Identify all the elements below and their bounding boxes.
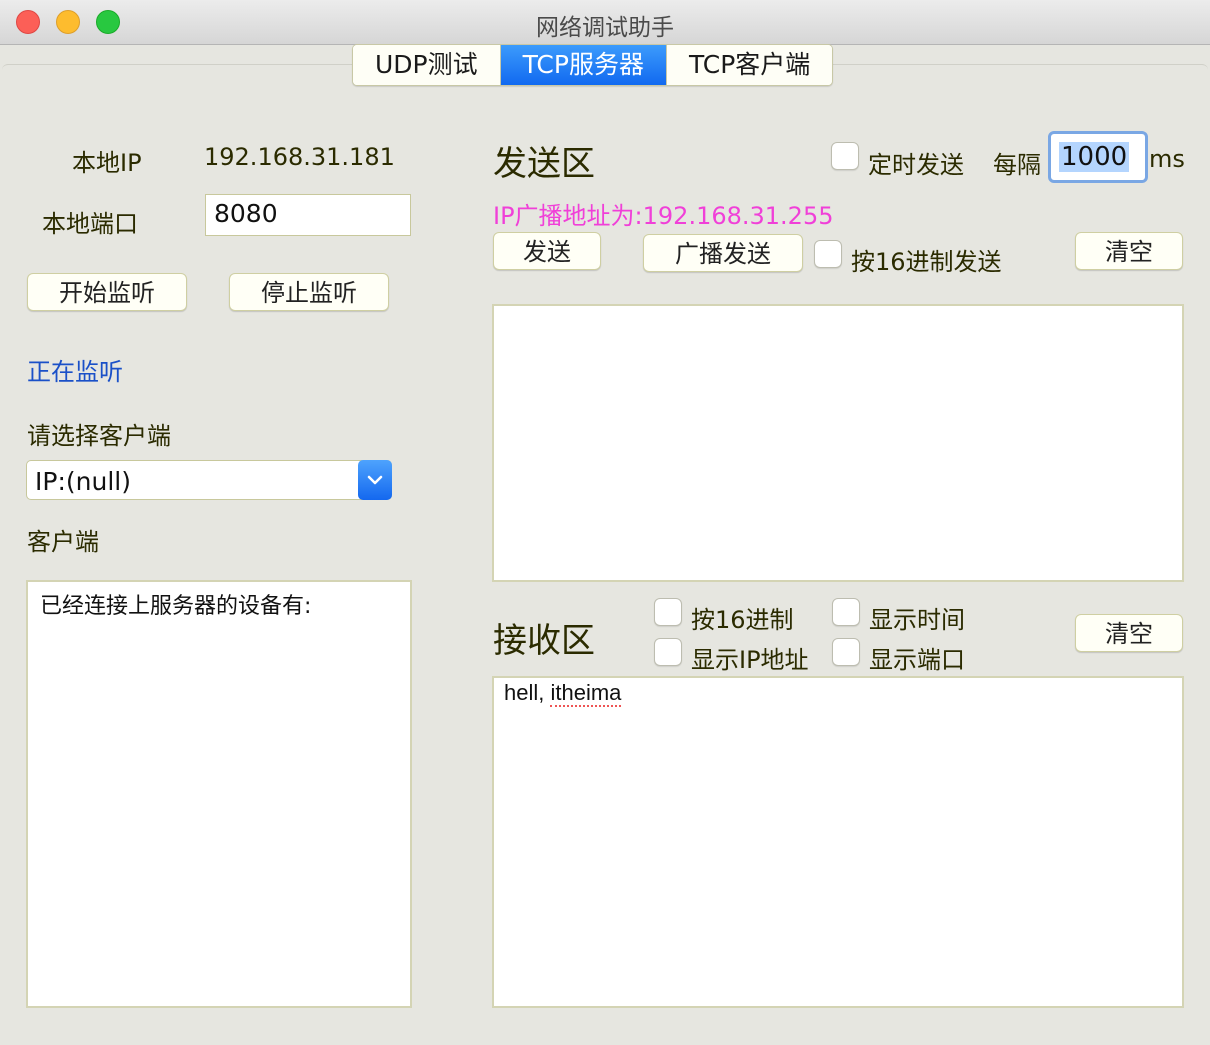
local-ip-value: 192.168.31.181 bbox=[204, 143, 395, 171]
client-list-text: 已经连接上服务器的设备有: bbox=[40, 588, 311, 620]
local-port-label: 本地端口 bbox=[42, 204, 138, 239]
tab-tcp-client[interactable]: TCP客户端 bbox=[666, 45, 832, 85]
broadcast-address-info: IP广播地址为:192.168.31.255 bbox=[493, 196, 834, 231]
receive-area-title: 接收区 bbox=[493, 613, 595, 662]
tab-bar: UDP测试 TCP服务器 TCP客户端 bbox=[352, 44, 833, 86]
receive-text-area[interactable]: hell, itheima bbox=[492, 676, 1184, 1008]
start-listen-button[interactable]: 开始监听 bbox=[27, 273, 187, 311]
send-clear-button[interactable]: 清空 bbox=[1075, 232, 1183, 270]
tab-tcp-server[interactable]: TCP服务器 bbox=[500, 45, 666, 85]
show-port-label: 显示端口 bbox=[869, 640, 965, 675]
select-client-label: 请选择客户端 bbox=[27, 416, 171, 451]
interval-input[interactable]: 1000 bbox=[1048, 131, 1148, 183]
title-bar: 网络调试助手 bbox=[0, 0, 1210, 45]
show-ip-checkbox[interactable] bbox=[654, 638, 682, 666]
interval-unit: ms bbox=[1149, 145, 1185, 173]
client-list-area[interactable]: 已经连接上服务器的设备有: bbox=[26, 580, 412, 1008]
received-message-prefix: hell, bbox=[504, 680, 550, 705]
local-ip-label: 本地IP bbox=[72, 143, 142, 178]
interval-value: 1000 bbox=[1059, 142, 1129, 172]
show-time-checkbox[interactable] bbox=[832, 598, 860, 626]
window-title: 网络调试助手 bbox=[0, 8, 1210, 42]
received-message-word: itheima bbox=[550, 680, 621, 707]
show-ip-label: 显示IP地址 bbox=[691, 640, 809, 675]
send-text-area[interactable] bbox=[492, 304, 1184, 582]
hex-send-checkbox[interactable] bbox=[814, 240, 842, 268]
show-port-checkbox[interactable] bbox=[832, 638, 860, 666]
received-message: hell, itheima bbox=[504, 680, 621, 706]
hex-send-label: 按16进制发送 bbox=[851, 242, 1002, 277]
client-select[interactable]: IP:(null) bbox=[26, 460, 392, 500]
receive-clear-button[interactable]: 清空 bbox=[1075, 614, 1183, 652]
client-label: 客户端 bbox=[27, 522, 99, 557]
local-port-input[interactable]: 8080 bbox=[205, 194, 411, 236]
show-time-label: 显示时间 bbox=[869, 600, 965, 635]
hex-receive-label: 按16进制 bbox=[691, 600, 794, 635]
timed-send-checkbox[interactable] bbox=[831, 142, 859, 170]
send-button[interactable]: 发送 bbox=[493, 232, 601, 270]
timed-send-label: 定时发送 bbox=[868, 145, 964, 180]
broadcast-send-button[interactable]: 广播发送 bbox=[643, 234, 803, 272]
client-select-value: IP:(null) bbox=[35, 467, 131, 496]
send-area-title: 发送区 bbox=[493, 136, 595, 185]
stop-listen-button[interactable]: 停止监听 bbox=[229, 273, 389, 311]
tab-udp-test[interactable]: UDP测试 bbox=[353, 45, 500, 85]
hex-receive-checkbox[interactable] bbox=[654, 598, 682, 626]
chevron-down-icon bbox=[358, 460, 392, 500]
listen-status: 正在监听 bbox=[27, 352, 123, 387]
interval-label: 每隔 bbox=[993, 145, 1041, 180]
